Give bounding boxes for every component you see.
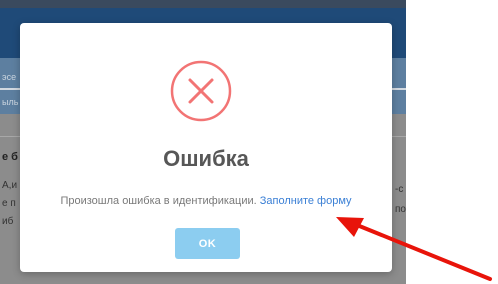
background-text: е п bbox=[2, 198, 16, 209]
background-divider bbox=[392, 136, 406, 137]
background-text: по bbox=[395, 204, 406, 215]
fill-form-link[interactable]: Заполните форму bbox=[260, 195, 352, 207]
dialog-message-text: Произошла ошибка в идентификации. bbox=[60, 195, 257, 207]
background-text: ыль bbox=[2, 97, 19, 107]
background-topbar bbox=[0, 0, 406, 8]
background-text: е б bbox=[2, 151, 18, 163]
background-text: эсе bbox=[2, 72, 17, 82]
annotation-arrow-icon bbox=[336, 217, 492, 281]
background-text: -с bbox=[395, 184, 404, 195]
error-x-circle-icon bbox=[170, 60, 232, 122]
background-text: иб bbox=[2, 216, 14, 227]
ok-button[interactable]: OK bbox=[175, 228, 240, 259]
dialog-title: Ошибка bbox=[163, 146, 249, 171]
background-divider bbox=[0, 136, 20, 137]
dialog-message: Произошла ошибка в идентификации. Заполн… bbox=[20, 195, 392, 207]
background-text: А,и bbox=[2, 180, 18, 191]
